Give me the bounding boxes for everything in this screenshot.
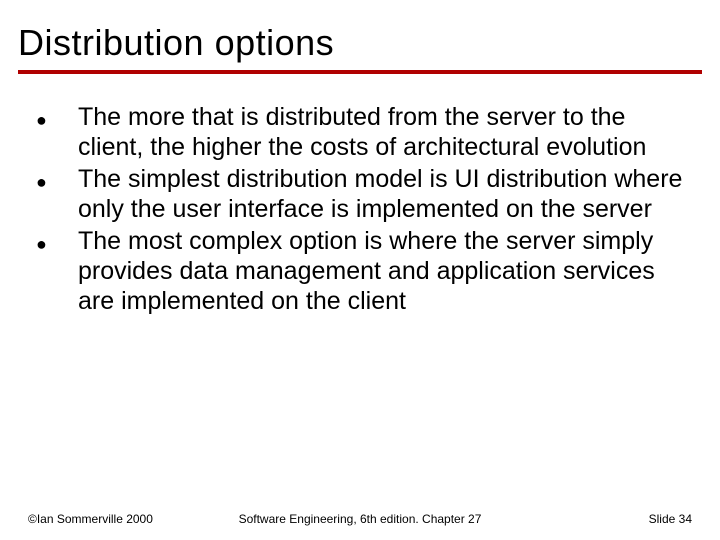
bullet-text: The simplest distribution model is UI di…	[78, 164, 686, 224]
title-block: Distribution options	[0, 0, 720, 64]
bullet-icon: ●	[34, 226, 78, 260]
footer-left: ©Ian Sommerville 2000	[28, 512, 153, 526]
list-item: ● The most complex option is where the s…	[34, 226, 686, 316]
footer: ©Ian Sommerville 2000 Software Engineeri…	[0, 512, 720, 526]
bullet-icon: ●	[34, 164, 78, 198]
list-item: ● The simplest distribution model is UI …	[34, 164, 686, 224]
footer-right: Slide 34	[649, 512, 692, 526]
bullet-text: The most complex option is where the ser…	[78, 226, 686, 316]
bullet-icon: ●	[34, 102, 78, 136]
slide-title: Distribution options	[18, 22, 720, 64]
body: ● The more that is distributed from the …	[0, 74, 720, 316]
slide: Distribution options ● The more that is …	[0, 0, 720, 540]
list-item: ● The more that is distributed from the …	[34, 102, 686, 162]
bullet-text: The more that is distributed from the se…	[78, 102, 686, 162]
